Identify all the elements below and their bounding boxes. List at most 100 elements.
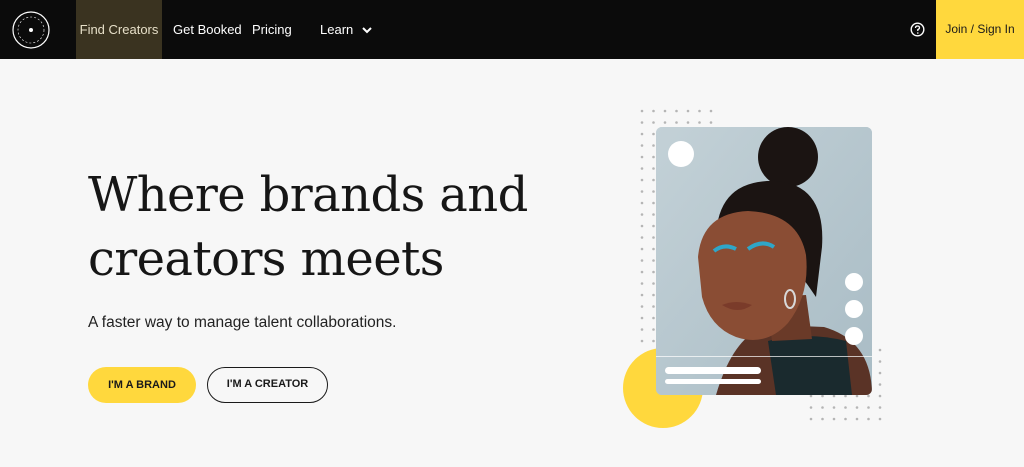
im-a-creator-button[interactable]: I'M A CREATOR (207, 367, 328, 403)
decor-dot (640, 236, 644, 239)
decor-dot (652, 224, 655, 228)
decor-dot (809, 417, 813, 421)
decor-dot (652, 316, 655, 320)
card-placeholder-line-1 (665, 367, 761, 374)
decor-dot (844, 394, 847, 398)
decor-dot (809, 394, 813, 398)
decor-dot (878, 406, 882, 409)
decor-dot (652, 144, 655, 147)
decor-dot (867, 406, 870, 409)
decor-dot (832, 394, 836, 398)
decor-dot (640, 190, 644, 193)
decor-dot (652, 201, 655, 205)
card-decor-circle-2 (845, 300, 863, 318)
decor-dot (675, 121, 678, 124)
decor-dot (652, 178, 655, 182)
decor-dot (640, 282, 644, 285)
decor-dot (640, 155, 644, 159)
decor-dot (821, 417, 824, 421)
decor-dot (855, 417, 859, 421)
decor-dot (640, 293, 644, 297)
decor-dot (832, 406, 836, 409)
decor-dot (652, 132, 655, 136)
card-divider (656, 356, 872, 357)
decor-dot (652, 213, 655, 216)
decor-dot (652, 305, 655, 308)
decor-dot (709, 121, 713, 124)
creator-portrait-image (656, 127, 872, 395)
decor-dot (867, 394, 870, 398)
im-a-brand-button[interactable]: I'M A BRAND (88, 367, 196, 403)
decor-dot (652, 282, 655, 285)
decor-dot (640, 132, 644, 136)
decor-dot (640, 270, 644, 274)
decor-dot (832, 417, 836, 421)
decor-dot (878, 348, 882, 352)
hero-subhead: A faster way to manage talent collaborat… (88, 314, 397, 331)
decor-dot (652, 109, 655, 113)
decor-dot (640, 316, 644, 320)
decor-dot (652, 339, 655, 343)
decor-dot (844, 417, 847, 421)
card-decor-circle-top (668, 141, 694, 167)
decor-dot (821, 406, 824, 409)
decor-dot (640, 144, 644, 147)
decor-dot (663, 109, 667, 113)
decor-dot (640, 201, 644, 205)
decor-dot (821, 394, 824, 398)
decor-dot (686, 109, 690, 113)
decor-dot (640, 167, 644, 170)
top-nav: Find Creators Get Booked Pricing Learn J… (0, 0, 1024, 59)
nav-item-learn-label: Learn (320, 22, 354, 37)
decor-dot (640, 213, 644, 216)
question-circle-icon[interactable] (910, 22, 925, 37)
decor-dot (878, 417, 882, 421)
decor-dot (640, 121, 644, 124)
decor-dot (652, 259, 655, 262)
decor-dot (640, 259, 644, 262)
decor-dot (640, 109, 644, 113)
decor-dot (809, 406, 813, 409)
decor-dot (652, 270, 655, 274)
logo-icon[interactable] (11, 10, 51, 50)
decor-dot (855, 406, 859, 409)
decor-dot (878, 383, 882, 386)
decor-dot (686, 121, 690, 124)
nav-item-learn[interactable]: Learn (320, 0, 372, 59)
card-placeholder-line-2 (665, 379, 761, 384)
decor-dot (878, 360, 882, 363)
decor-dot (652, 328, 655, 331)
decor-dot (663, 121, 667, 124)
decor-dot (867, 417, 870, 421)
card-decor-circle-3 (845, 327, 863, 345)
decor-dot (675, 109, 678, 113)
nav-item-find-creators[interactable]: Find Creators (76, 0, 162, 59)
nav-item-pricing[interactable]: Pricing (252, 0, 292, 59)
hero-headline-line2: creators meets (88, 231, 444, 287)
decor-dot (652, 155, 655, 159)
creator-photo-card (656, 127, 872, 395)
decor-dot (640, 247, 644, 251)
hero-headline: Where brands and creators meets (88, 163, 558, 291)
decor-dot (652, 293, 655, 297)
decor-dot (640, 305, 644, 308)
decor-dot (640, 178, 644, 182)
chevron-down-icon (362, 27, 372, 34)
decor-dot (844, 406, 847, 409)
decor-dot (709, 109, 713, 113)
decor-dot (878, 394, 882, 398)
decor-dot (652, 236, 655, 239)
decor-dot (652, 121, 655, 124)
decor-dot (855, 394, 859, 398)
decor-dot (640, 339, 644, 343)
nav-item-get-booked[interactable]: Get Booked (173, 0, 242, 59)
card-decor-circle-1 (845, 273, 863, 291)
decor-dot (652, 167, 655, 170)
decor-dot (698, 109, 701, 113)
decor-dot (652, 190, 655, 193)
hero-headline-line1: Where brands and (88, 167, 528, 223)
decor-dot (652, 247, 655, 251)
join-sign-in-button[interactable]: Join / Sign In (936, 0, 1024, 59)
decor-dot (698, 121, 701, 124)
decor-dot (640, 224, 644, 228)
